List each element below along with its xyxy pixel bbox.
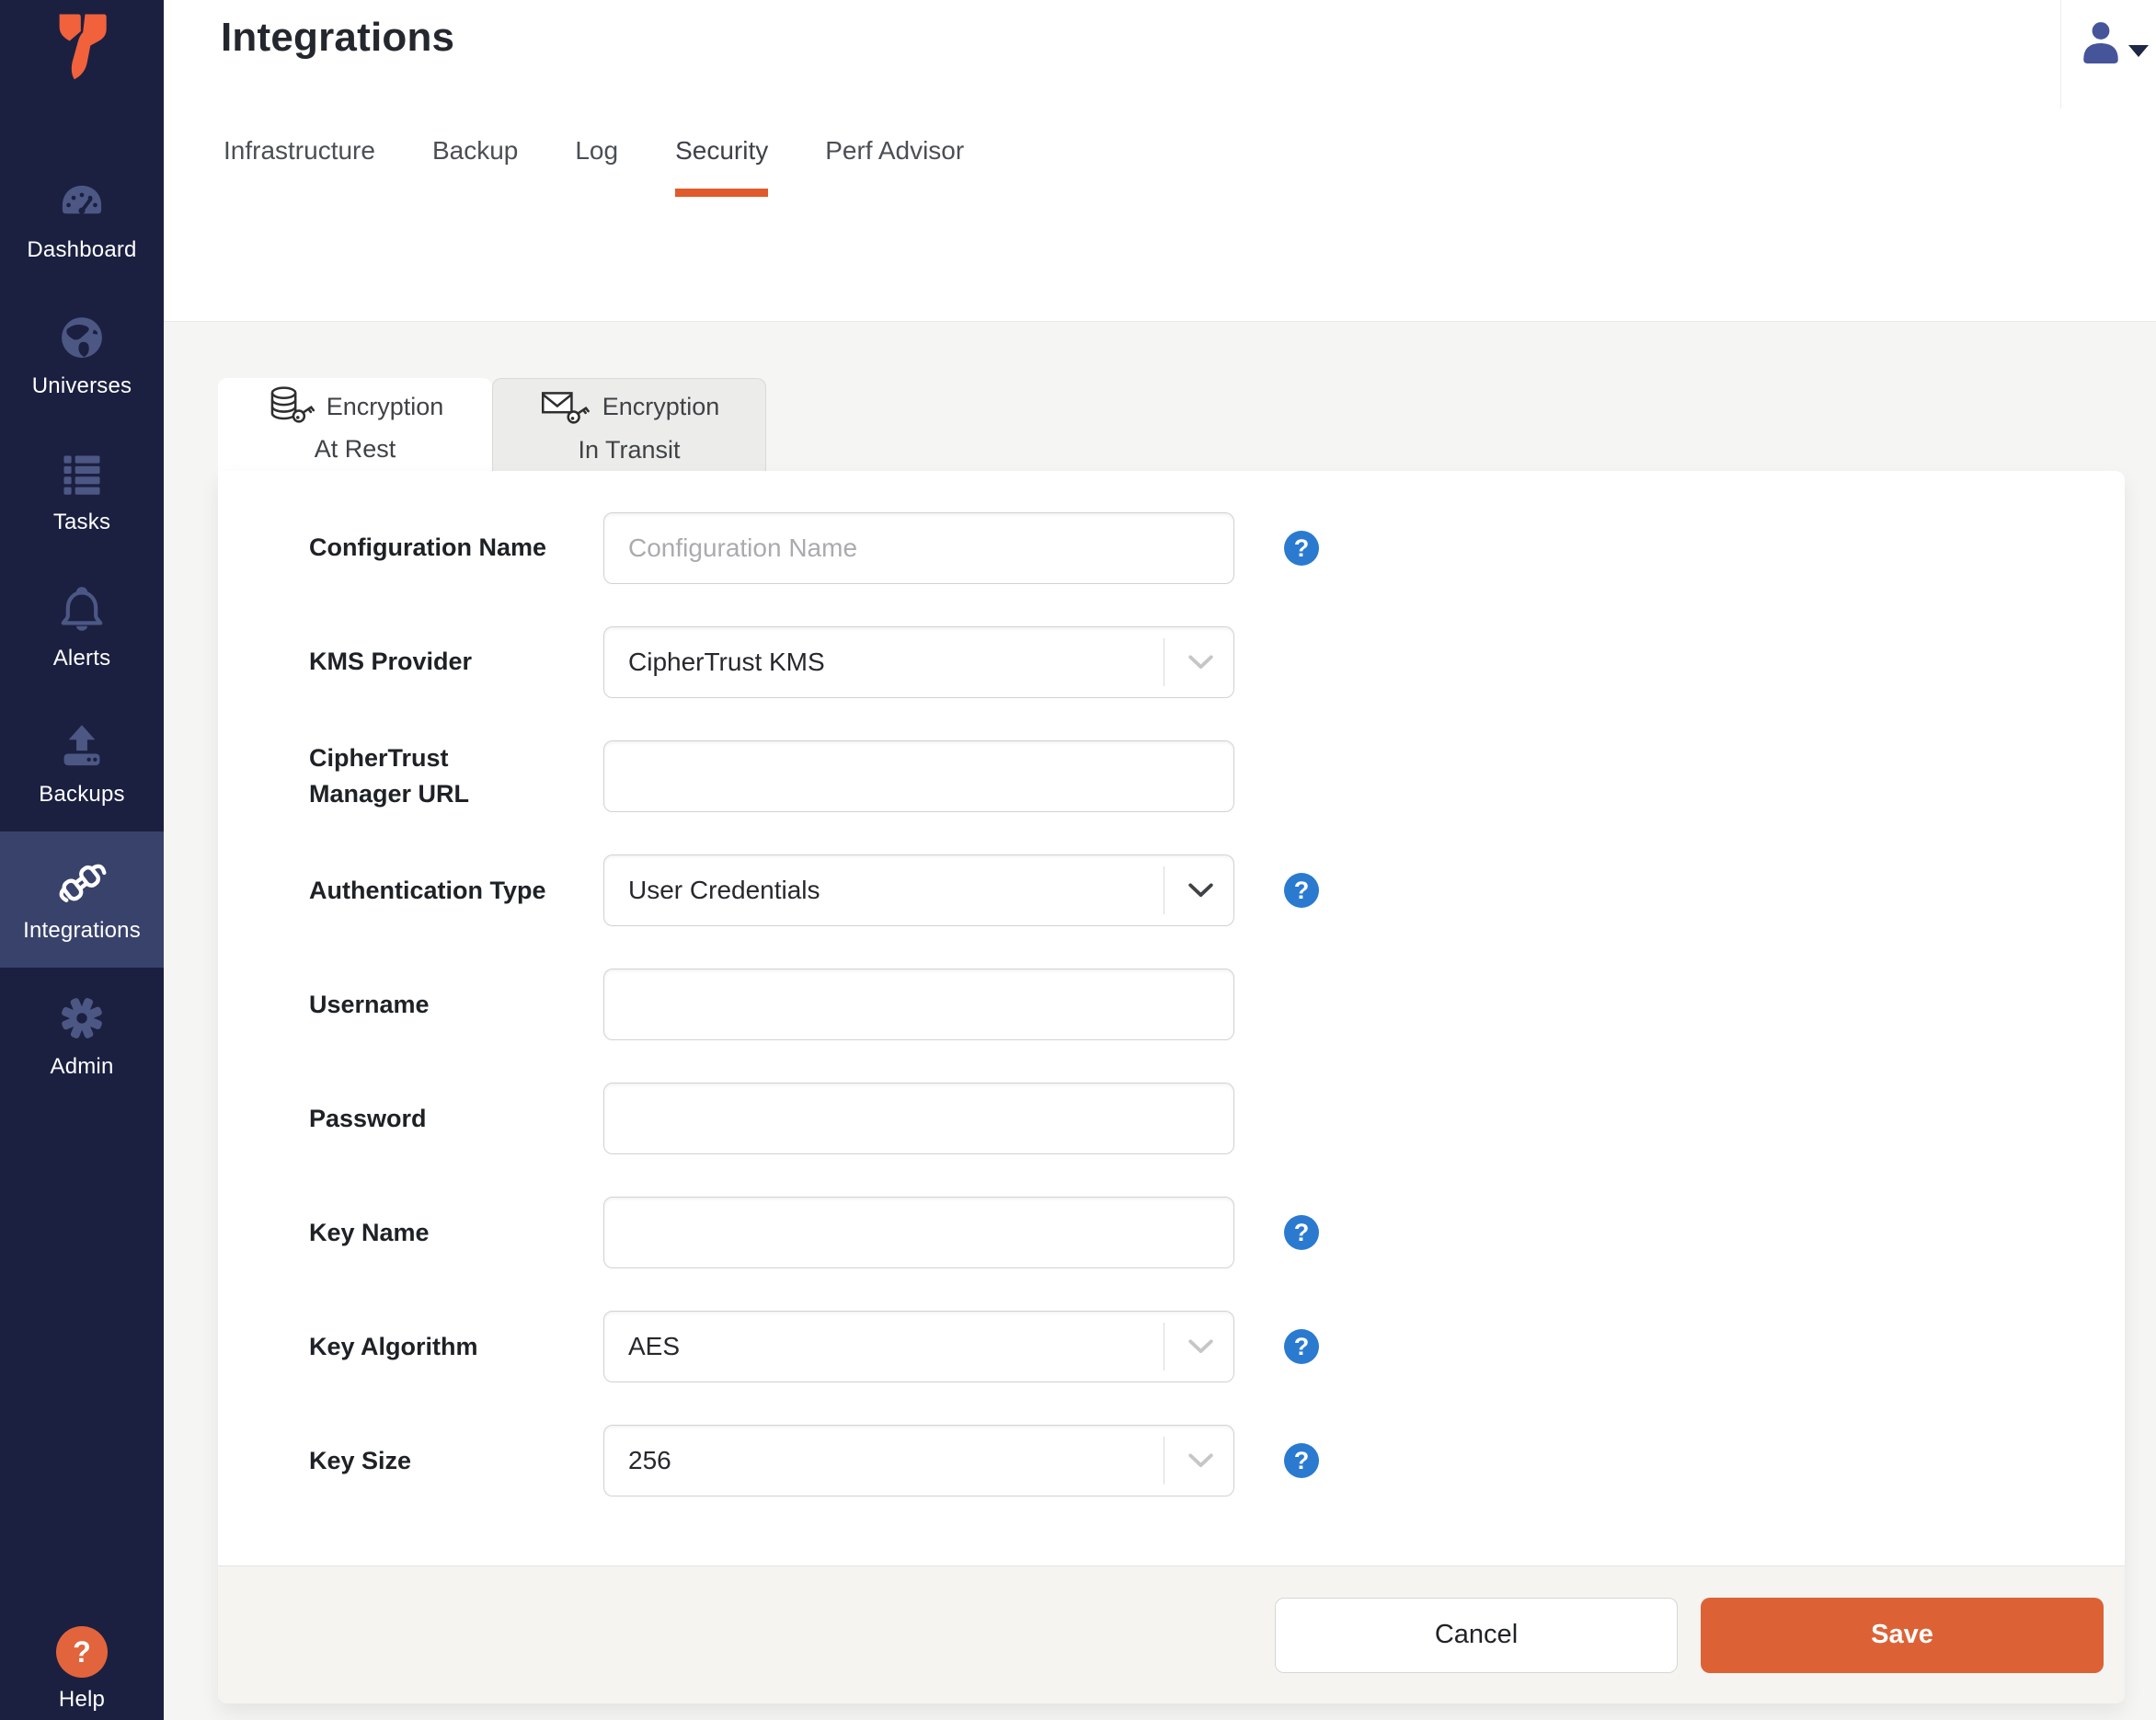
help-question-icon: ? [56,1626,108,1678]
ciphertrust-manager-url-input[interactable] [603,740,1234,813]
yugabyte-y-logo-glyph [59,14,107,80]
authentication-type-select[interactable]: User Credentials [603,854,1234,927]
form-row-configuration-name: Configuration Name ? [309,512,2125,584]
key-algorithm-select[interactable]: AES [603,1311,1234,1383]
sidebar-item-backups[interactable]: Backups [0,695,164,831]
key-size-select[interactable]: 256 [603,1425,1234,1497]
sidebar-item-dashboard[interactable]: Dashboard [0,151,164,287]
tasks-list-icon [56,448,108,499]
backups-upload-icon [56,720,108,772]
sidebar-item-alerts[interactable]: Alerts [0,559,164,695]
form-footer: Cancel Save [218,1565,2125,1703]
field-label: Key Name [309,1218,430,1246]
sidebar-item-label: Dashboard [27,236,137,262]
tab-perf-advisor[interactable]: Perf Advisor [825,136,964,197]
field-label: Password [309,1104,427,1132]
admin-gear-icon [56,992,108,1044]
dashboard-gauge-icon [56,176,108,227]
form-row-authentication-type: Authentication Type User Credentials ? [309,854,2125,927]
integrations-plug-icon [56,856,108,908]
header-tabs: Infrastructure Backup Log Security Perf … [224,136,964,197]
enc-tab-line2: In Transit [578,435,681,464]
tab-backup[interactable]: Backup [432,136,518,197]
tab-encryption-in-transit[interactable]: Encryption In Transit [492,378,766,471]
form-row-kms-provider: KMS Provider CipherTrust KMS [309,626,2125,698]
cancel-button[interactable]: Cancel [1275,1597,1678,1673]
select-value: 256 [628,1446,671,1475]
page-title: Integrations [221,15,455,60]
help-icon[interactable]: ? [1284,531,1319,566]
configuration-name-input[interactable] [603,512,1234,584]
help-icon[interactable]: ? [1284,1443,1319,1479]
chevron-down-icon [1188,1339,1213,1354]
chevron-down-icon [1188,883,1213,898]
sidebar-item-help[interactable]: ? Help [0,1626,164,1713]
select-value: User Credentials [628,876,820,905]
form-row-password: Password [309,1083,2125,1155]
form-row-ciphertrust-manager-url: CipherTrust Manager URL [309,740,2125,813]
header-divider [2060,0,2061,109]
form-row-key-algorithm: Key Algorithm AES ? [309,1311,2125,1383]
help-icon[interactable]: ? [1284,1329,1319,1365]
enc-tab-line1: Encryption [326,392,444,420]
username-input[interactable] [603,969,1234,1041]
sidebar-item-label: Integrations [23,917,141,943]
kms-config-card: Configuration Name ? KMS Provider Cipher… [218,471,2125,1703]
select-value: CipherTrust KMS [628,648,825,676]
save-button[interactable]: Save [1701,1597,2104,1673]
sidebar-item-label: Universes [31,373,132,398]
universes-globe-icon [56,312,108,363]
field-label: CipherTrust Manager URL [309,744,470,808]
form-row-key-size: Key Size 256 ? [309,1425,2125,1497]
field-label: Username [309,990,430,1018]
tab-security[interactable]: Security [675,136,769,197]
help-icon[interactable]: ? [1284,1215,1319,1251]
kms-provider-select[interactable]: CipherTrust KMS [603,626,1234,698]
sidebar: Dashboard Universes Tasks Alerts Backups… [0,0,164,1720]
sidebar-item-label: Tasks [52,509,111,534]
sidebar-item-label: Backups [39,781,125,807]
tab-infrastructure[interactable]: Infrastructure [224,136,375,197]
alerts-bell-icon [56,584,108,636]
field-label: Key Size [309,1446,412,1474]
select-value: AES [628,1332,681,1361]
sidebar-item-integrations[interactable]: Integrations [0,831,164,968]
key-name-input[interactable] [603,1197,1234,1269]
form-row-username: Username [309,969,2125,1041]
content-area: Encryption At Rest Encryption In Transit [164,322,2156,1720]
database-key-icon [270,386,315,423]
field-label: Authentication Type [309,876,546,904]
sidebar-nav: Dashboard Universes Tasks Alerts Backups… [0,151,164,1104]
user-avatar-icon [2083,22,2118,63]
sidebar-item-admin[interactable]: Admin [0,968,164,1104]
chevron-down-icon [1188,655,1213,669]
tab-log[interactable]: Log [575,136,618,197]
password-input[interactable] [603,1083,1234,1155]
envelope-key-icon [541,391,590,424]
form-row-key-name: Key Name ? [309,1197,2125,1269]
user-menu[interactable] [2081,20,2149,64]
field-label: Configuration Name [309,533,547,562]
tab-encryption-at-rest[interactable]: Encryption At Rest [218,378,492,471]
chevron-down-icon [1188,1453,1213,1468]
sidebar-item-label: Alerts [52,645,111,671]
enc-tab-line1: Encryption [602,393,720,420]
field-label: Key Algorithm [309,1332,478,1360]
help-icon[interactable]: ? [1284,873,1319,909]
sidebar-item-tasks[interactable]: Tasks [0,423,164,559]
sidebar-item-label: Help [58,1687,106,1712]
sidebar-item-label: Admin [50,1053,114,1079]
yugabyte-y-logo[interactable] [0,13,164,83]
kms-config-form: Configuration Name ? KMS Provider Cipher… [218,512,2125,1539]
enc-tab-line2: At Rest [314,435,396,463]
sidebar-item-universes[interactable]: Universes [0,287,164,423]
encryption-tabs: Encryption At Rest Encryption In Transit [218,378,766,471]
page-header: Integrations Infrastructure Backup Log S… [164,0,2156,322]
field-label: KMS Provider [309,648,473,676]
chevron-down-icon [2128,44,2149,57]
